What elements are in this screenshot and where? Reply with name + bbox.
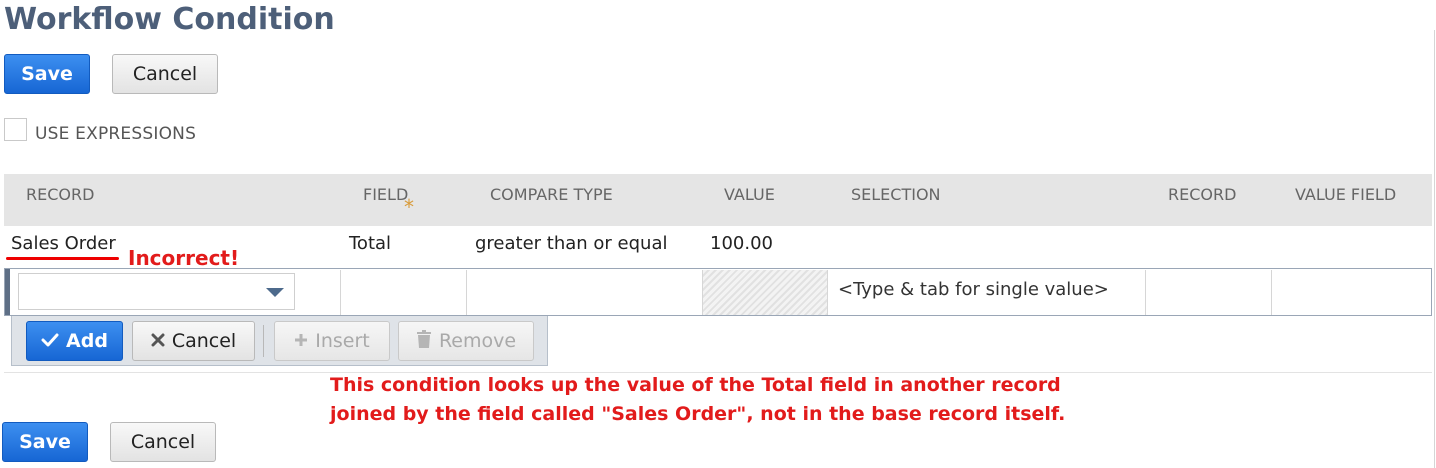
table-bottom-border	[4, 372, 1432, 373]
cell-record[interactable]: Sales Order	[11, 233, 116, 254]
header-record-2: RECORD	[1168, 185, 1237, 204]
cancel-button-bottom[interactable]: Cancel	[110, 422, 216, 462]
window-edge	[1434, 30, 1435, 468]
header-selection: SELECTION	[851, 185, 941, 204]
header-value: VALUE	[724, 185, 775, 204]
cell-divider	[1271, 270, 1272, 315]
remove-button[interactable]: Remove	[398, 321, 534, 361]
compare-type-input-cell[interactable]	[468, 272, 700, 313]
insert-button[interactable]: Insert	[274, 321, 390, 361]
explanation-note-line1: This condition looks up the value of the…	[330, 374, 1061, 396]
plus-icon	[294, 330, 308, 352]
add-button-label: Add	[66, 330, 108, 352]
cell-divider	[1145, 270, 1146, 315]
row-cancel-button[interactable]: Cancel	[132, 321, 255, 361]
insert-button-label: Insert	[315, 330, 370, 352]
trash-icon	[416, 329, 432, 353]
use-expressions-label: USE EXPRESSIONS	[35, 124, 197, 144]
header-value-field: VALUE FIELD	[1295, 185, 1397, 204]
explanation-note-line2: joined by the field called "Sales Order"…	[330, 403, 1066, 425]
value-field-input-cell[interactable]	[1273, 272, 1429, 313]
incorrect-annotation: Incorrect!	[128, 246, 240, 270]
record-2-input-cell[interactable]	[1147, 272, 1269, 313]
use-expressions-checkbox[interactable]	[4, 118, 27, 141]
cell-divider	[340, 270, 341, 315]
required-star-icon: *	[404, 195, 414, 219]
toolbar-divider	[263, 325, 264, 357]
selection-input[interactable]: <Type & tab for single value>	[838, 279, 1109, 300]
row-cancel-label: Cancel	[171, 330, 237, 352]
record-select-dropdown[interactable]	[18, 273, 295, 310]
cell-value[interactable]: 100.00	[710, 233, 773, 254]
save-button-top[interactable]: Save	[4, 54, 90, 94]
x-icon	[151, 330, 165, 352]
edit-row-indicator	[5, 269, 10, 315]
incorrect-underline	[6, 257, 119, 260]
cell-divider	[827, 270, 828, 315]
cancel-button-top[interactable]: Cancel	[112, 54, 218, 94]
cell-divider	[466, 270, 467, 315]
value-cell-disabled	[703, 270, 827, 315]
save-button-bottom[interactable]: Save	[2, 422, 88, 462]
header-field: FIELD	[363, 185, 409, 204]
chevron-down-icon[interactable]	[266, 288, 284, 297]
add-button[interactable]: Add	[26, 321, 123, 361]
field-input-cell[interactable]	[342, 272, 464, 313]
remove-button-label: Remove	[438, 330, 517, 352]
check-icon	[41, 330, 59, 352]
cell-compare-type[interactable]: greater than or equal	[475, 233, 668, 254]
header-record: RECORD	[26, 185, 95, 204]
header-compare-type: COMPARE TYPE	[490, 185, 613, 204]
cell-field[interactable]: Total	[349, 233, 391, 254]
page-title: Workflow Condition	[4, 2, 335, 37]
